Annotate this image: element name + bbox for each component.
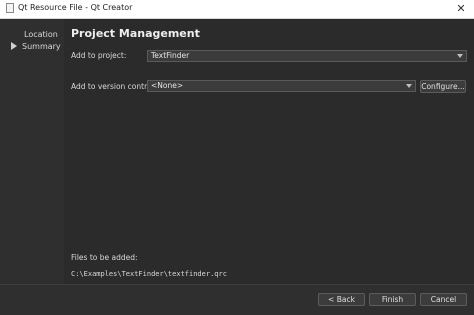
window-titlebar: Qt Resource File - Qt Creator ✕ [0, 0, 474, 19]
document-icon [6, 3, 14, 13]
page-title: Project Management [71, 27, 200, 40]
files-to-be-added-label: Files to be added: [71, 253, 138, 262]
file-path: C:\Examples\TextFinder\textfinder.qrc [71, 270, 227, 278]
close-icon[interactable]: ✕ [454, 2, 468, 16]
back-button[interactable]: < Back [318, 293, 365, 306]
window-title: Qt Resource File - Qt Creator [18, 3, 133, 12]
configure-button[interactable]: Configure... [420, 80, 466, 93]
current-step-marker-icon [11, 42, 17, 50]
finish-button[interactable]: Finish [369, 293, 416, 306]
add-to-project-label: Add to project: [71, 51, 127, 60]
version-control-value: <None> [151, 81, 184, 90]
cancel-button[interactable]: Cancel [420, 293, 467, 306]
version-control-combo[interactable]: <None> [147, 80, 416, 92]
add-to-version-control-label: Add to version control: [71, 82, 157, 91]
chevron-down-icon [457, 54, 463, 58]
add-to-project-combo[interactable]: TextFinder [147, 50, 467, 62]
wizard-sidebar [0, 19, 64, 284]
add-to-project-value: TextFinder [151, 51, 190, 60]
sidebar-item-label: Location [24, 30, 58, 39]
sidebar-item-location: Location [24, 30, 58, 40]
chevron-down-icon [406, 84, 412, 88]
sidebar-item-summary: Summary [11, 42, 61, 52]
sidebar-item-label: Summary [22, 42, 61, 51]
